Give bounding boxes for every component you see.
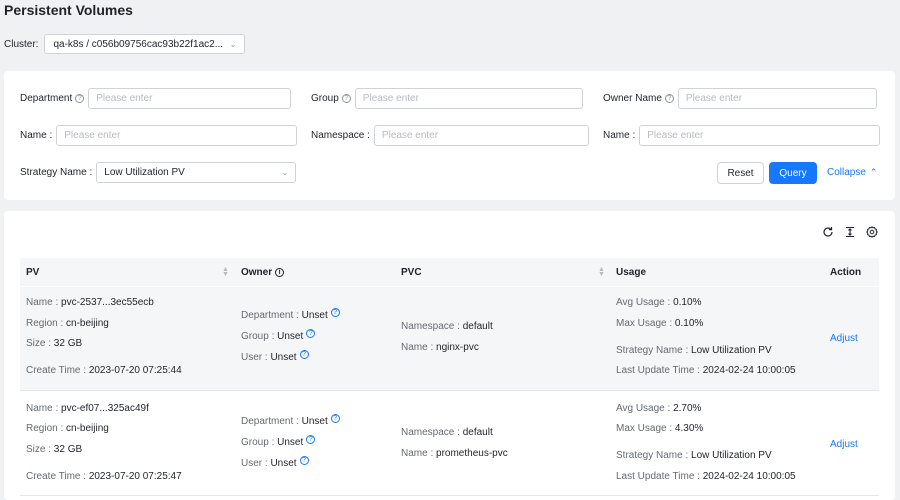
help-icon[interactable]: ? <box>306 329 316 338</box>
strategy-filter: Strategy Name : Low Utilization PV ⌄ <box>20 162 297 183</box>
strategy-value: Low Utilization PV <box>104 167 185 178</box>
department-input[interactable]: Please enter <box>88 88 292 109</box>
info-icon[interactable]: i <box>275 267 285 277</box>
help-icon[interactable]: ? <box>664 94 674 103</box>
last-update-time: 2024-02-24 10:00:05 <box>702 365 796 376</box>
owner-name-input[interactable]: Please enter <box>677 88 877 109</box>
pv-table-card: PV ▲ ▼ Owner i PVC ▲ ▼ Usage Action Name : … <box>4 211 895 500</box>
help-icon[interactable]: ? <box>299 350 309 359</box>
collapse-toggle[interactable]: Collapse ⌃ <box>827 167 877 178</box>
column-header-owner: Owner i <box>241 258 285 286</box>
reset-button[interactable]: Reset <box>717 162 764 184</box>
max-usage: 0.10% <box>674 318 704 329</box>
cluster-select[interactable]: qa-k8s / c056b09756cac93b22f1ac2... ⌄ <box>44 34 246 54</box>
owner-department: Unset <box>301 416 328 427</box>
pvc-namespace: default <box>462 321 493 332</box>
namespace-label: Namespace : <box>311 130 370 141</box>
owner-user: Unset <box>270 458 297 469</box>
namespace-input[interactable]: Please enter <box>373 125 589 146</box>
pv-region: cn-beijing <box>66 318 109 329</box>
filter-panel: Department? Please enter Group? Please e… <box>4 71 895 200</box>
pv-size: 32 GB <box>53 444 83 455</box>
adjust-button[interactable]: Adjust <box>830 333 858 344</box>
pv-region: cn-beijing <box>66 423 109 434</box>
chevron-down-icon: ⌄ <box>281 168 289 177</box>
query-button[interactable]: Query <box>769 162 817 184</box>
table-header: PV ▲ ▼ Owner i PVC ▲ ▼ Usage Action <box>20 258 879 286</box>
column-height-icon[interactable] <box>843 225 857 239</box>
name-input[interactable]: Please enter <box>56 125 298 146</box>
max-usage: 4.30% <box>674 423 704 434</box>
pvc-name: nginx-pvc <box>436 342 479 353</box>
column-header-pv[interactable]: PV <box>26 258 39 286</box>
cluster-selector-row: Cluster: qa-k8s / c056b09756cac93b22f1ac… <box>4 34 246 54</box>
department-label: Department <box>20 93 73 104</box>
owner-group: Unset <box>277 437 304 448</box>
chevron-down-icon: ⌄ <box>229 39 237 49</box>
table-row: Name : pvc-2537...3ec55ecb Region : cn-b… <box>20 287 879 391</box>
owner-department: Unset <box>301 310 328 321</box>
column-header-pvc[interactable]: PVC <box>401 258 422 286</box>
adjust-button[interactable]: Adjust <box>830 439 858 450</box>
page-title: Persistent Volumes <box>4 2 133 18</box>
pv-name: pvc-2537...3ec55ecb <box>61 297 154 308</box>
pvc-name-input[interactable]: Please enter <box>639 125 881 146</box>
settings-icon[interactable] <box>865 225 879 239</box>
cluster-label: Cluster: <box>4 38 39 50</box>
column-header-action: Action <box>830 266 862 278</box>
name-label: Name : <box>20 130 53 141</box>
group-input[interactable]: Please enter <box>354 88 583 109</box>
column-header-usage: Usage <box>616 266 647 278</box>
department-filter: Department? Please enter <box>20 88 292 109</box>
strategy-name: Low Utilization PV <box>691 345 772 356</box>
help-icon[interactable]: ? <box>299 456 309 465</box>
avg-usage: 0.10% <box>673 297 702 308</box>
refresh-icon[interactable] <box>821 225 835 239</box>
pv-create-time: 2023-07-20 07:25:44 <box>88 365 182 376</box>
group-label: Group <box>311 93 339 104</box>
help-icon[interactable]: ? <box>330 308 340 317</box>
sort-icon[interactable]: ▲ ▼ <box>598 266 605 278</box>
owner-name-filter: Owner Name? Please enter <box>603 88 877 109</box>
pvc-namespace: default <box>462 427 493 438</box>
help-icon[interactable]: ? <box>306 435 316 444</box>
table-toolbar <box>821 225 879 239</box>
pvc-name-filter: Name : Please enter <box>603 125 881 146</box>
sort-icon[interactable]: ▲ ▼ <box>222 266 229 278</box>
group-filter: Group? Please enter <box>311 88 583 109</box>
name-filter: Name : Please enter <box>20 125 298 146</box>
owner-user: Unset <box>270 352 297 363</box>
collapse-label: Collapse <box>827 167 866 178</box>
last-update-time: 2024-02-24 10:00:05 <box>702 471 796 482</box>
help-icon[interactable]: ? <box>75 94 85 103</box>
pvc-name-label: Name : <box>603 130 636 141</box>
help-icon[interactable]: ? <box>341 94 351 103</box>
chevron-up-icon: ⌃ <box>869 167 878 177</box>
help-icon[interactable]: ? <box>330 414 340 423</box>
pv-create-time: 2023-07-20 07:25:47 <box>88 471 182 482</box>
table-row: Name : pvc-ef07...325ac49f Region : cn-b… <box>20 392 879 496</box>
owner-group: Unset <box>277 331 304 342</box>
namespace-filter: Namespace : Please enter <box>311 125 589 146</box>
strategy-select[interactable]: Low Utilization PV ⌄ <box>96 162 297 183</box>
owner-name-label: Owner Name <box>603 93 662 104</box>
pv-size: 32 GB <box>53 338 83 349</box>
strategy-name: Low Utilization PV <box>691 450 772 461</box>
pvc-name: prometheus-pvc <box>436 448 508 459</box>
avg-usage: 2.70% <box>673 403 702 414</box>
cluster-value: qa-k8s / c056b09756cac93b22f1ac2... <box>53 38 224 50</box>
strategy-label: Strategy Name : <box>20 167 93 178</box>
pv-name: pvc-ef07...325ac49f <box>61 403 149 414</box>
